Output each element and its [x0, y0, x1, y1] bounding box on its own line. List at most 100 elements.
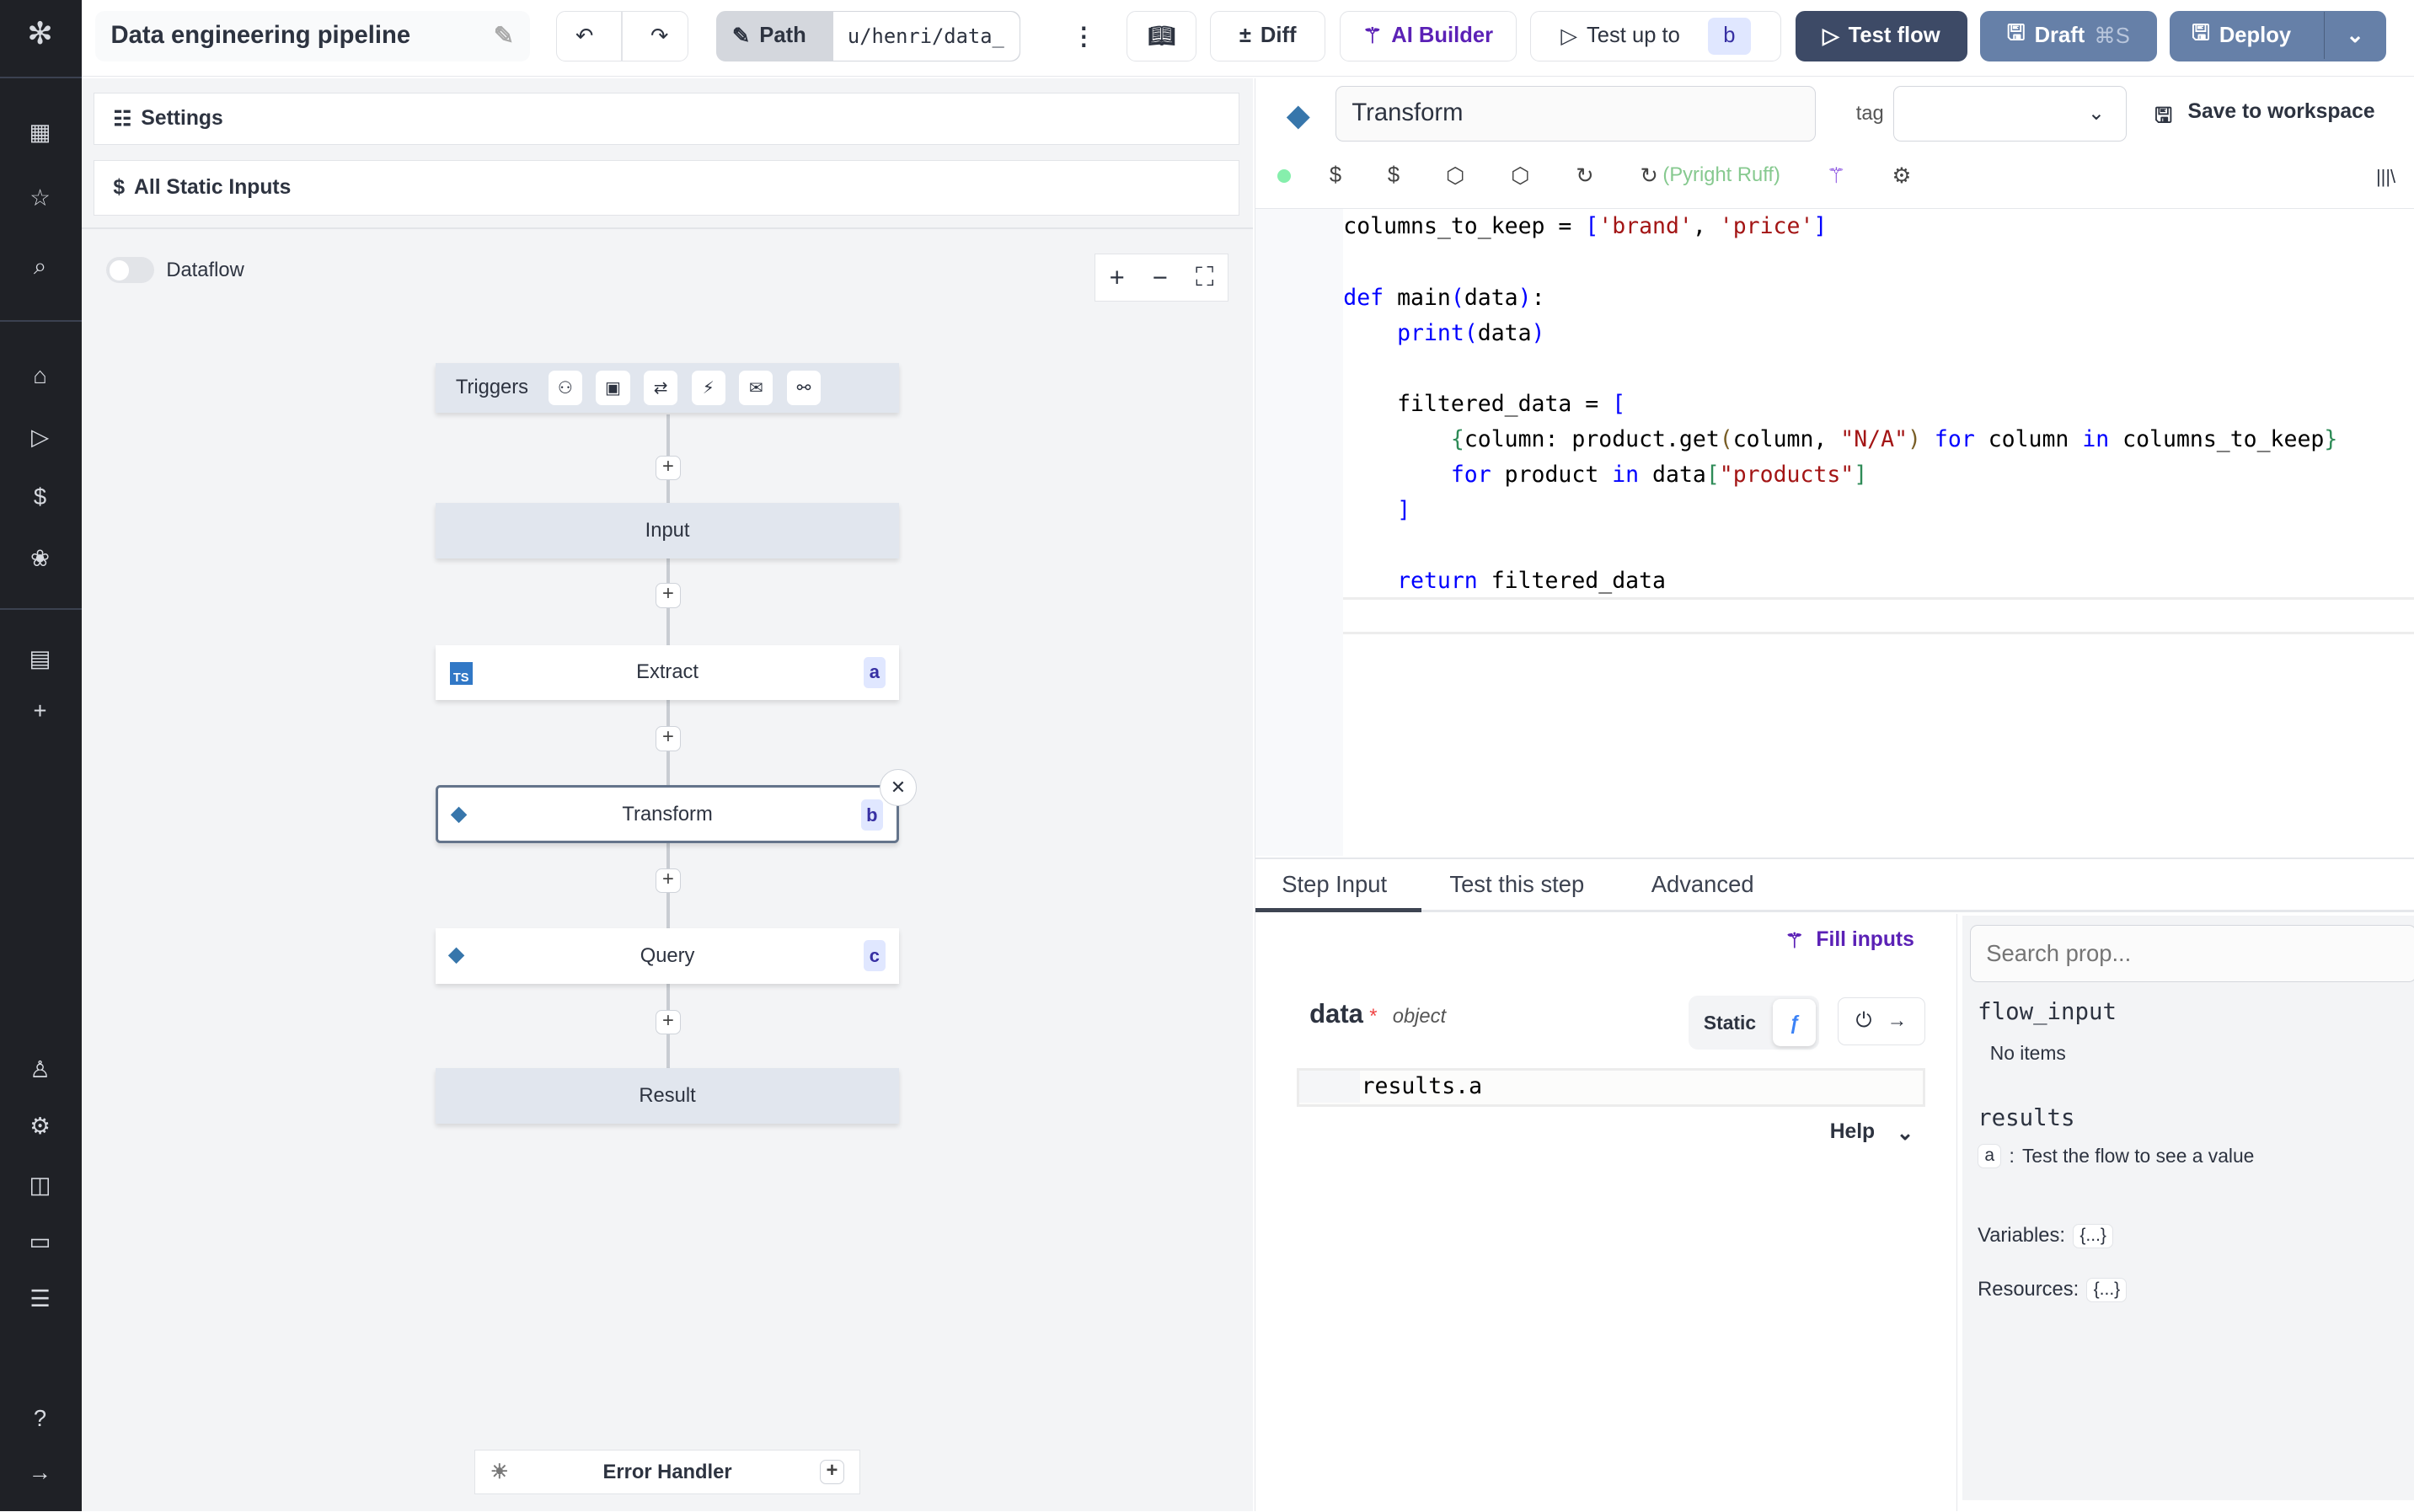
bot-icon[interactable]: ◫: [24, 1170, 56, 1201]
triggers-node[interactable]: Triggers ⚇ ▣ ⇄ ⚡︎ ✉︎ ⚯: [436, 363, 900, 413]
dashboard-icon[interactable]: ▦: [24, 117, 56, 148]
path-value[interactable]: u/henri/data_: [833, 11, 1020, 61]
search-props-input[interactable]: [1969, 925, 2414, 982]
code-token: for: [1450, 461, 1491, 488]
magic-wand-icon[interactable]: ⚚: [1827, 163, 1846, 189]
dollar-icon[interactable]: $: [24, 482, 56, 513]
webhook-icon[interactable]: ⚇: [548, 371, 582, 405]
no-items-text: No items: [1989, 1041, 2066, 1064]
extract-node[interactable]: TS Extract a: [436, 644, 900, 701]
path-field[interactable]: ✎ Path u/henri/data_: [715, 10, 1021, 62]
save-to-workspace-button[interactable]: 🖫︎ Save to workspace: [2154, 100, 2374, 136]
code-token: data: [1477, 319, 1532, 346]
deploy-options-chevron-icon[interactable]: ⌄: [2324, 11, 2385, 60]
flow-input-key[interactable]: flow_input: [1978, 999, 2117, 1025]
zoom-out-icon[interactable]: −: [1153, 263, 1168, 293]
diff-label: Diff: [1260, 24, 1297, 48]
library-icon[interactable]: |||\: [2376, 166, 2395, 188]
refresh-icon[interactable]: ↻: [1576, 163, 1593, 189]
resources-icon[interactable]: ❀: [24, 543, 56, 574]
test-up-to-button[interactable]: ▷ Test up to b: [1530, 10, 1782, 62]
fit-view-icon[interactable]: ⛶: [1196, 262, 1214, 293]
step-name-input[interactable]: Transform: [1335, 86, 1817, 142]
gear-icon[interactable]: ⚙: [1892, 163, 1911, 189]
draft-button[interactable]: 🖫︎ Draft ⌘S: [1979, 10, 2157, 62]
more-menu-icon[interactable]: ⋮: [1072, 22, 1096, 51]
fill-inputs-button[interactable]: ⚚ Fill inputs: [1785, 928, 1914, 954]
ai-builder-label: AI Builder: [1391, 24, 1494, 48]
windmill-logo-icon[interactable]: ✻: [24, 18, 56, 50]
search-icon[interactable]: ⌕: [24, 251, 56, 282]
results-key[interactable]: results: [1978, 1105, 2074, 1131]
function-icon[interactable]: ƒ: [1773, 998, 1817, 1047]
add-step-button[interactable]: +: [656, 1009, 681, 1034]
package-icon[interactable]: ⬡: [1511, 163, 1529, 189]
editor-toolbar: $ $ ⬡ ⬡ ↻ ↻ (Pyright Ruff) ⚚ ⚙: [1330, 163, 1912, 189]
settings-bar[interactable]: ☷ Settings: [94, 92, 1239, 145]
gear-icon[interactable]: ⚙: [24, 1111, 56, 1142]
docs-button[interactable]: 📖︎: [1127, 10, 1196, 62]
tag-select[interactable]: ⌄: [1892, 86, 2128, 142]
add-step-button[interactable]: +: [656, 583, 681, 608]
play-icon[interactable]: ▷: [24, 422, 56, 453]
tab-test-this-step[interactable]: Test this step: [1449, 871, 1584, 898]
help-icon[interactable]: ?: [24, 1403, 56, 1435]
zoom-in-icon[interactable]: +: [1110, 263, 1125, 293]
kafka-icon[interactable]: ⚯: [786, 371, 822, 405]
input-node[interactable]: Input: [436, 503, 900, 559]
transform-node[interactable]: ◆ Transform b ✕: [436, 768, 917, 844]
editor-gutter: [1255, 209, 1344, 856]
add-step-button[interactable]: +: [656, 726, 681, 751]
static-inputs-bar[interactable]: $ All Static Inputs: [94, 160, 1239, 216]
deploy-button[interactable]: 🖫︎ Deploy ⌄: [2169, 10, 2387, 62]
dollar-icon[interactable]: $: [1388, 163, 1400, 188]
websocket-icon[interactable]: ⚡︎: [691, 371, 725, 405]
result-node[interactable]: Result: [436, 1068, 900, 1124]
tab-step-input[interactable]: Step Input: [1282, 871, 1387, 898]
code-token: for: [1920, 425, 1975, 452]
refresh-icon[interactable]: ↻: [1641, 163, 1658, 189]
error-handler-node[interactable]: ☀ Error Handler +: [474, 1450, 861, 1495]
resources-expand[interactable]: {...}: [2086, 1277, 2128, 1303]
pencil-icon[interactable]: ✎: [494, 21, 514, 51]
email-icon[interactable]: ✉︎: [739, 371, 773, 405]
plus-icon[interactable]: +: [24, 696, 56, 727]
add-step-button[interactable]: +: [656, 455, 681, 481]
python-icon: ◆: [1286, 98, 1310, 133]
add-error-handler-button[interactable]: +: [819, 1460, 845, 1485]
flow-title[interactable]: Data engineering pipeline ✎: [95, 10, 530, 62]
code-token: ): [1517, 284, 1532, 311]
code-editor[interactable]: columns_to_keep = ['brand', 'price'] def …: [1343, 209, 2406, 598]
home-icon[interactable]: ⌂: [24, 361, 56, 392]
calendar-icon[interactable]: ▤: [24, 644, 56, 675]
help-toggle[interactable]: Help ⌄: [1830, 1120, 1914, 1146]
undo-icon[interactable]: ↶: [575, 24, 593, 49]
schedule-icon[interactable]: ▣: [596, 371, 630, 405]
test-flow-button[interactable]: ▷ Test flow: [1795, 10, 1968, 62]
diff-button[interactable]: ± Diff: [1210, 10, 1326, 62]
result-key-chip[interactable]: a: [1978, 1143, 2002, 1169]
expand-icon[interactable]: →: [24, 1457, 56, 1488]
dataflow-toggle[interactable]: [106, 257, 154, 284]
list-icon[interactable]: ☰: [24, 1284, 56, 1315]
star-icon[interactable]: ☆: [24, 183, 56, 214]
tab-advanced[interactable]: Advanced: [1651, 871, 1754, 898]
dollar-icon[interactable]: $: [1330, 163, 1341, 188]
http-route-icon[interactable]: ⇄: [644, 371, 678, 405]
query-node[interactable]: ◆ Query c: [436, 927, 900, 984]
arg-value-editor[interactable]: results.a: [1297, 1068, 1925, 1107]
required-marker: *: [1369, 1004, 1378, 1028]
ai-builder-button[interactable]: ⚚ AI Builder: [1339, 10, 1517, 62]
folder-icon[interactable]: ▭: [24, 1226, 56, 1258]
code-token: ]: [1854, 461, 1868, 488]
static-toggle[interactable]: Static ƒ: [1688, 996, 1819, 1050]
delete-step-icon[interactable]: ✕: [879, 768, 917, 806]
redo-icon[interactable]: ↷: [650, 24, 668, 49]
variables-expand[interactable]: {...}: [2073, 1223, 2114, 1249]
user-icon[interactable]: ♙: [24, 1055, 56, 1086]
connect-button[interactable]: ⏻ →: [1837, 997, 1925, 1045]
add-step-button[interactable]: +: [656, 868, 681, 893]
package-icon[interactable]: ⬡: [1446, 163, 1464, 189]
